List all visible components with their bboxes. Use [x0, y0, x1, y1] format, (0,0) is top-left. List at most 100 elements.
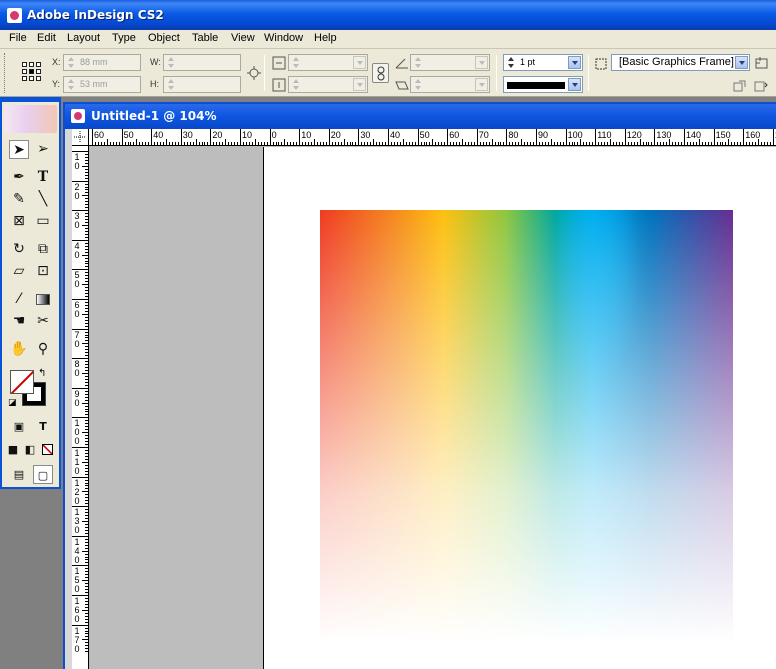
pencil-tool[interactable]: ✎ — [9, 190, 29, 209]
menu-type[interactable]: Type — [110, 32, 138, 44]
h-ruler-minor-tick — [429, 142, 431, 145]
direct-selection-tool[interactable]: ➢ — [33, 140, 53, 159]
free-transform-tool[interactable]: ⊡ — [33, 262, 53, 281]
palette-grip[interactable] — [4, 53, 7, 93]
fill-swatch[interactable] — [10, 370, 34, 394]
object-style-dropdown[interactable]: [Basic Graphics Frame] — [611, 54, 750, 71]
menu-window[interactable]: Window — [262, 32, 305, 44]
constrain-scale-button[interactable] — [372, 63, 389, 83]
rotation-dropdown-icon[interactable] — [475, 56, 488, 69]
object-style-dropdown-icon[interactable] — [735, 56, 748, 69]
v-ruler-minor-tick — [85, 482, 88, 484]
eyedropper-tool[interactable]: ⁄ — [9, 290, 29, 309]
scale-y-dropdown-icon[interactable] — [353, 78, 366, 91]
rectangle-tool[interactable]: ▭ — [33, 212, 53, 231]
formatting-affects-container-icon[interactable]: ▣ — [9, 417, 29, 436]
ruler-origin[interactable] — [72, 129, 89, 146]
v-ruler-minor-tick — [85, 162, 88, 164]
tools-panel-header[interactable] — [4, 105, 57, 133]
h-field[interactable] — [163, 76, 241, 93]
shear-stepper-icon[interactable] — [413, 78, 423, 91]
menu-table[interactable]: Table — [190, 32, 220, 44]
y-stepper-icon[interactable] — [66, 78, 76, 91]
scale-tool[interactable]: ⧉ — [33, 240, 53, 259]
hand-tool[interactable]: ✋ — [9, 340, 29, 359]
rectangle-frame-tool[interactable]: ⊠ — [9, 212, 29, 231]
document-page[interactable] — [263, 147, 776, 669]
reference-point-icon[interactable] — [22, 62, 42, 82]
default-fill-stroke-icon[interactable]: ◪ — [8, 398, 17, 408]
menu-object[interactable]: Object — [146, 32, 182, 44]
stroke-weight-dropdown-icon[interactable] — [568, 56, 581, 69]
constrain-proportions-icon[interactable] — [247, 66, 261, 80]
clear-overrides-icon[interactable] — [733, 79, 747, 93]
scale-y-stepper-icon[interactable] — [291, 78, 301, 91]
v-ruler-minor-tick — [85, 319, 88, 321]
shear-field[interactable] — [410, 76, 490, 93]
v-ruler-minor-tick — [82, 521, 88, 522]
scale-x-dropdown-icon[interactable] — [353, 56, 366, 69]
gradient-image-frame[interactable] — [320, 210, 733, 643]
menu-help[interactable]: Help — [312, 32, 339, 44]
stroke-weight-field[interactable]: 1 pt — [503, 54, 583, 71]
stroke-type-field[interactable] — [503, 76, 583, 93]
x-stepper-icon[interactable] — [66, 56, 76, 69]
line-tool[interactable]: ╲ — [33, 190, 53, 209]
palette-menu-icon[interactable] — [754, 79, 768, 93]
h-ruler-minor-tick — [408, 142, 410, 145]
v-ruler-minor-tick — [85, 213, 88, 215]
formatting-affects-text-icon[interactable]: T — [33, 417, 53, 436]
y-field[interactable]: 53 mm — [63, 76, 141, 93]
w-label: W: — [150, 57, 161, 67]
vertical-ruler[interactable]: 1 0 2 0 3 0 4 0 5 0 6 0 7 0 8 0 9 0 1 0 01 1 01 2… — [72, 146, 89, 669]
x-field[interactable]: 88 mm — [63, 54, 141, 71]
stroke-type-dropdown-icon[interactable] — [568, 78, 581, 91]
preview-mode-icon[interactable]: ▢ — [33, 465, 53, 484]
rotation-stepper-icon[interactable] — [413, 56, 423, 69]
apply-color-icon[interactable]: ■ — [5, 440, 21, 459]
v-ruler-label: 1 0 0 — [74, 418, 80, 447]
v-ruler-minor-tick — [85, 464, 88, 466]
button-tool[interactable]: ☚ — [9, 312, 29, 331]
w-field[interactable] — [163, 54, 241, 71]
indesign-app-icon[interactable] — [7, 8, 22, 23]
apply-gradient-icon[interactable]: ◧ — [22, 440, 38, 459]
v-ruler-minor-tick — [85, 645, 88, 647]
shear-dropdown-icon[interactable] — [475, 78, 488, 91]
scale-x-stepper-icon[interactable] — [291, 56, 301, 69]
menu-layout[interactable]: Layout — [65, 32, 102, 44]
w-stepper-icon[interactable] — [166, 56, 176, 69]
pasteboard[interactable] — [90, 147, 776, 669]
y-value: 53 mm — [80, 79, 108, 89]
v-ruler-minor-tick — [85, 592, 88, 594]
type-tool[interactable]: T — [33, 168, 53, 187]
swap-fill-stroke-icon[interactable]: ↰ — [38, 368, 46, 379]
selection-tool[interactable]: ➤ — [9, 140, 29, 159]
fill-stroke-swatches[interactable]: ↰ ◪ — [8, 368, 50, 410]
apply-none-icon[interactable] — [39, 440, 55, 459]
v-ruler-minor-tick — [85, 449, 88, 451]
scale-x-field[interactable] — [288, 54, 368, 71]
shear-tool[interactable]: ▱ — [9, 262, 29, 281]
scale-y-field[interactable] — [288, 76, 368, 93]
frame-fitting-icon[interactable] — [755, 56, 769, 70]
menu-edit[interactable]: Edit — [35, 32, 58, 44]
horizontal-ruler[interactable]: 60 50 40 30 20 10 0 10 20 30 40 50 60 70 80 90 100 110 120… — [89, 129, 776, 146]
zoom-tool[interactable]: ⚲ — [33, 340, 53, 359]
h-stepper-icon[interactable] — [166, 78, 176, 91]
pen-tool[interactable]: ✒ — [9, 168, 29, 187]
stroke-weight-stepper-icon[interactable] — [506, 56, 516, 69]
menu-file[interactable]: File — [7, 32, 29, 44]
v-ruler-minor-tick — [85, 219, 88, 221]
rotation-field[interactable] — [410, 54, 490, 71]
document-title-bar[interactable]: Untitled-1 @ 104% — [65, 104, 776, 129]
normal-view-mode-icon[interactable]: ▤ — [9, 465, 29, 484]
h-ruler-minor-tick — [722, 142, 724, 145]
scissors-tool[interactable]: ✂ — [33, 312, 53, 331]
menu-view[interactable]: View — [229, 32, 257, 44]
rotate-tool[interactable]: ↻ — [9, 240, 29, 259]
v-ruler-minor-tick — [85, 316, 88, 318]
v-ruler-minor-tick — [85, 488, 88, 490]
gradient-tool[interactable] — [33, 290, 53, 309]
document-icon[interactable] — [71, 109, 85, 123]
